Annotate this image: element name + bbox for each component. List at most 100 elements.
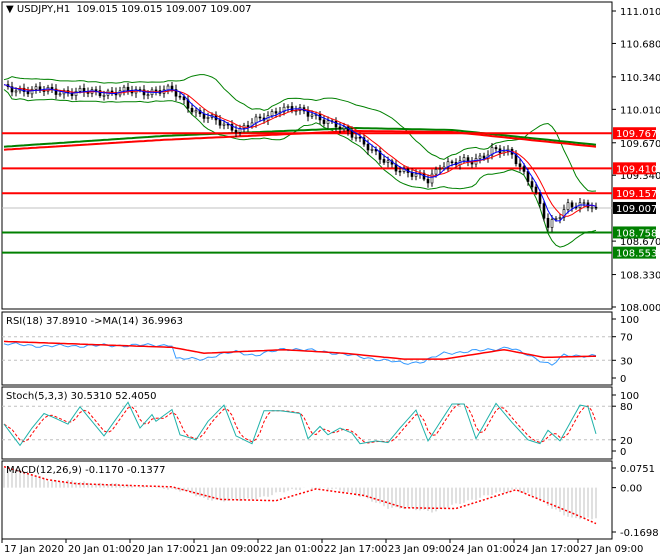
candle-body xyxy=(558,217,562,219)
chart-canvas[interactable]: 111.010110.680110.340110.010109.670109.3… xyxy=(0,0,660,560)
stoch-axis-label: 80 xyxy=(620,402,633,413)
ohlc-close: 109.007 xyxy=(210,4,252,15)
candle-body xyxy=(434,168,438,175)
candle-body xyxy=(522,166,526,172)
price-label-text: 108.758 xyxy=(616,228,657,239)
price-axis-label: 110.010 xyxy=(620,105,660,116)
candle-body xyxy=(550,219,554,228)
price-axis-label: 111.010 xyxy=(620,7,660,18)
candle-body xyxy=(234,129,238,133)
symbol-label: USDJPY,H1 xyxy=(16,4,71,15)
candle-body xyxy=(126,86,130,92)
time-axis-label: 23 Jan 09:00 xyxy=(388,544,451,555)
candle-body xyxy=(366,143,370,151)
rsi-title: RSI(18) 37.8910 ->MA(14) 36.9963 xyxy=(6,316,183,327)
price-label-text: 108.553 xyxy=(616,249,657,260)
candle-body xyxy=(122,86,126,92)
candle-body xyxy=(206,117,210,119)
candle-body xyxy=(258,116,262,119)
candle-body xyxy=(526,171,530,182)
candle-body xyxy=(398,170,402,173)
time-axis-label: 24 Jan 17:00 xyxy=(516,544,579,555)
rsi-axis-label: 70 xyxy=(620,333,633,344)
rsi-axis-label: 30 xyxy=(620,356,633,367)
candle-body xyxy=(494,147,498,150)
candle-body xyxy=(202,113,206,119)
price-label-text: 109.767 xyxy=(616,129,657,140)
candle-body xyxy=(582,202,586,205)
ohlc-open: 109.015 xyxy=(76,4,118,15)
candle-body xyxy=(478,155,482,159)
candle-body xyxy=(358,136,362,139)
candle-body xyxy=(354,136,358,139)
candle-body xyxy=(34,86,38,90)
candle-body xyxy=(530,181,534,188)
candle-body xyxy=(246,125,250,128)
time-axis-label: 17 Jan 2020 xyxy=(4,544,64,555)
time-axis-label: 20 Jan 17:00 xyxy=(132,544,195,555)
collapse-triangle-icon[interactable]: ▼ xyxy=(6,4,14,15)
candle-body xyxy=(410,172,414,177)
price-axis-label: 110.340 xyxy=(620,73,660,84)
time-axis-label: 22 Jan 17:00 xyxy=(324,544,387,555)
candle-body xyxy=(382,159,386,163)
candle-body xyxy=(154,89,158,92)
candle-body xyxy=(310,114,314,117)
rsi-ma-line xyxy=(3,340,597,360)
candle-body xyxy=(538,192,542,204)
candle-body xyxy=(518,163,522,167)
candle-body xyxy=(286,106,290,108)
candle-body xyxy=(218,119,222,126)
candle-body xyxy=(438,168,442,170)
stoch-axis-label: 0 xyxy=(620,447,626,458)
main-chart-title: ▼ USDJPY,H1 109.015 109.015 109.007 109.… xyxy=(6,4,252,15)
candle-body xyxy=(14,90,18,93)
candle-body xyxy=(338,126,342,130)
time-axis-label: 27 Jan 09:00 xyxy=(580,544,643,555)
price-label-text: 109.007 xyxy=(616,204,657,215)
candle-body xyxy=(570,202,574,208)
macd-title: MACD(12,26,9) -0.1170 -0.1377 xyxy=(6,465,166,476)
candle-body xyxy=(462,157,466,162)
price-axis-label: 109.670 xyxy=(620,139,660,150)
candle-body xyxy=(274,111,278,114)
macd-axis-label: 0.0751 xyxy=(620,464,655,475)
candle-body xyxy=(534,186,538,193)
candle-body xyxy=(590,206,594,209)
candle-body xyxy=(370,148,374,151)
rsi-axis-label: 100 xyxy=(620,315,639,326)
time-axis-label: 20 Jan 01:00 xyxy=(68,544,131,555)
candle-body xyxy=(166,85,170,91)
candle-body xyxy=(334,120,338,128)
candle-body xyxy=(194,110,198,113)
candle-body xyxy=(270,111,274,117)
candle-body xyxy=(146,94,150,97)
candle-body xyxy=(170,85,174,90)
candle-body xyxy=(222,123,226,126)
stoch-axis-label: 100 xyxy=(620,391,639,402)
candle-body xyxy=(414,173,418,177)
time-axis-label: 21 Jan 09:00 xyxy=(196,544,259,555)
candle-body xyxy=(58,93,62,96)
candle-body xyxy=(554,218,558,220)
stoch-axis-label: 20 xyxy=(620,436,633,447)
rsi-line xyxy=(3,342,597,366)
price-label-text: 109.410 xyxy=(616,164,657,175)
candle-body xyxy=(542,203,546,219)
price-axis-label: 110.680 xyxy=(620,39,660,50)
candle-body xyxy=(594,206,598,209)
time-axis-label: 22 Jan 01:00 xyxy=(260,544,323,555)
candle-body xyxy=(386,160,390,163)
candle-body xyxy=(254,116,258,124)
candle-body xyxy=(102,94,106,97)
candle-body xyxy=(50,87,54,90)
ohlc-low: 109.007 xyxy=(165,4,207,15)
rsi-axis-label: 0 xyxy=(620,374,626,385)
stoch-d-line xyxy=(3,403,597,444)
price-axis-label: 108.000 xyxy=(620,303,660,314)
candle-body xyxy=(26,91,30,95)
candle-body xyxy=(78,88,82,92)
candle-body xyxy=(190,107,194,113)
candle-body xyxy=(342,126,346,130)
candle-body xyxy=(182,96,186,101)
